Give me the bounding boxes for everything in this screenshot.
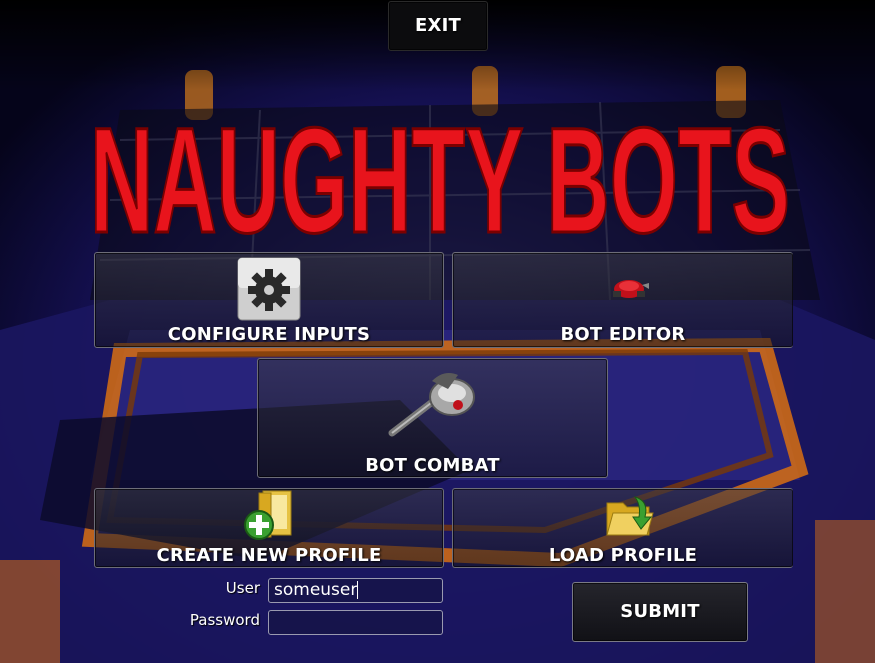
bot-combat-label: BOT COMBAT — [365, 455, 500, 476]
exit-label: EXIT — [415, 15, 461, 36]
bot-editor-button[interactable]: BOT EDITOR — [452, 252, 793, 348]
load-profile-button[interactable]: LOAD PROFILE — [452, 488, 793, 568]
gear-icon — [237, 257, 301, 321]
create-profile-label: CREATE NEW PROFILE — [156, 545, 382, 566]
user-label: User — [225, 579, 260, 597]
user-input-value: someuser — [274, 580, 358, 600]
password-input[interactable] — [268, 610, 443, 635]
user-input[interactable]: someuser — [268, 578, 443, 603]
submit-label: SUBMIT — [620, 601, 700, 622]
robot-icon — [613, 280, 649, 298]
submit-button[interactable]: SUBMIT — [572, 582, 748, 642]
game-title: NAUGHTY BOTS — [90, 96, 790, 262]
configure-inputs-button[interactable]: CONFIGURE INPUTS — [94, 252, 444, 348]
bot-combat-button[interactable]: BOT COMBAT — [257, 358, 608, 478]
bot-editor-label: BOT EDITOR — [560, 324, 686, 345]
exit-button[interactable]: EXIT — [388, 1, 488, 51]
configure-inputs-label: CONFIGURE INPUTS — [167, 324, 371, 345]
password-label: Password — [189, 611, 260, 629]
load-profile-label: LOAD PROFILE — [548, 545, 698, 566]
text-cursor — [357, 581, 359, 599]
game-title-logo: NAUGHTY BOTS — [89, 95, 792, 263]
open-folder-icon — [606, 496, 654, 536]
new-folder-icon — [244, 490, 292, 540]
create-profile-button[interactable]: CREATE NEW PROFILE — [94, 488, 444, 568]
battle-axe-icon — [388, 373, 475, 437]
